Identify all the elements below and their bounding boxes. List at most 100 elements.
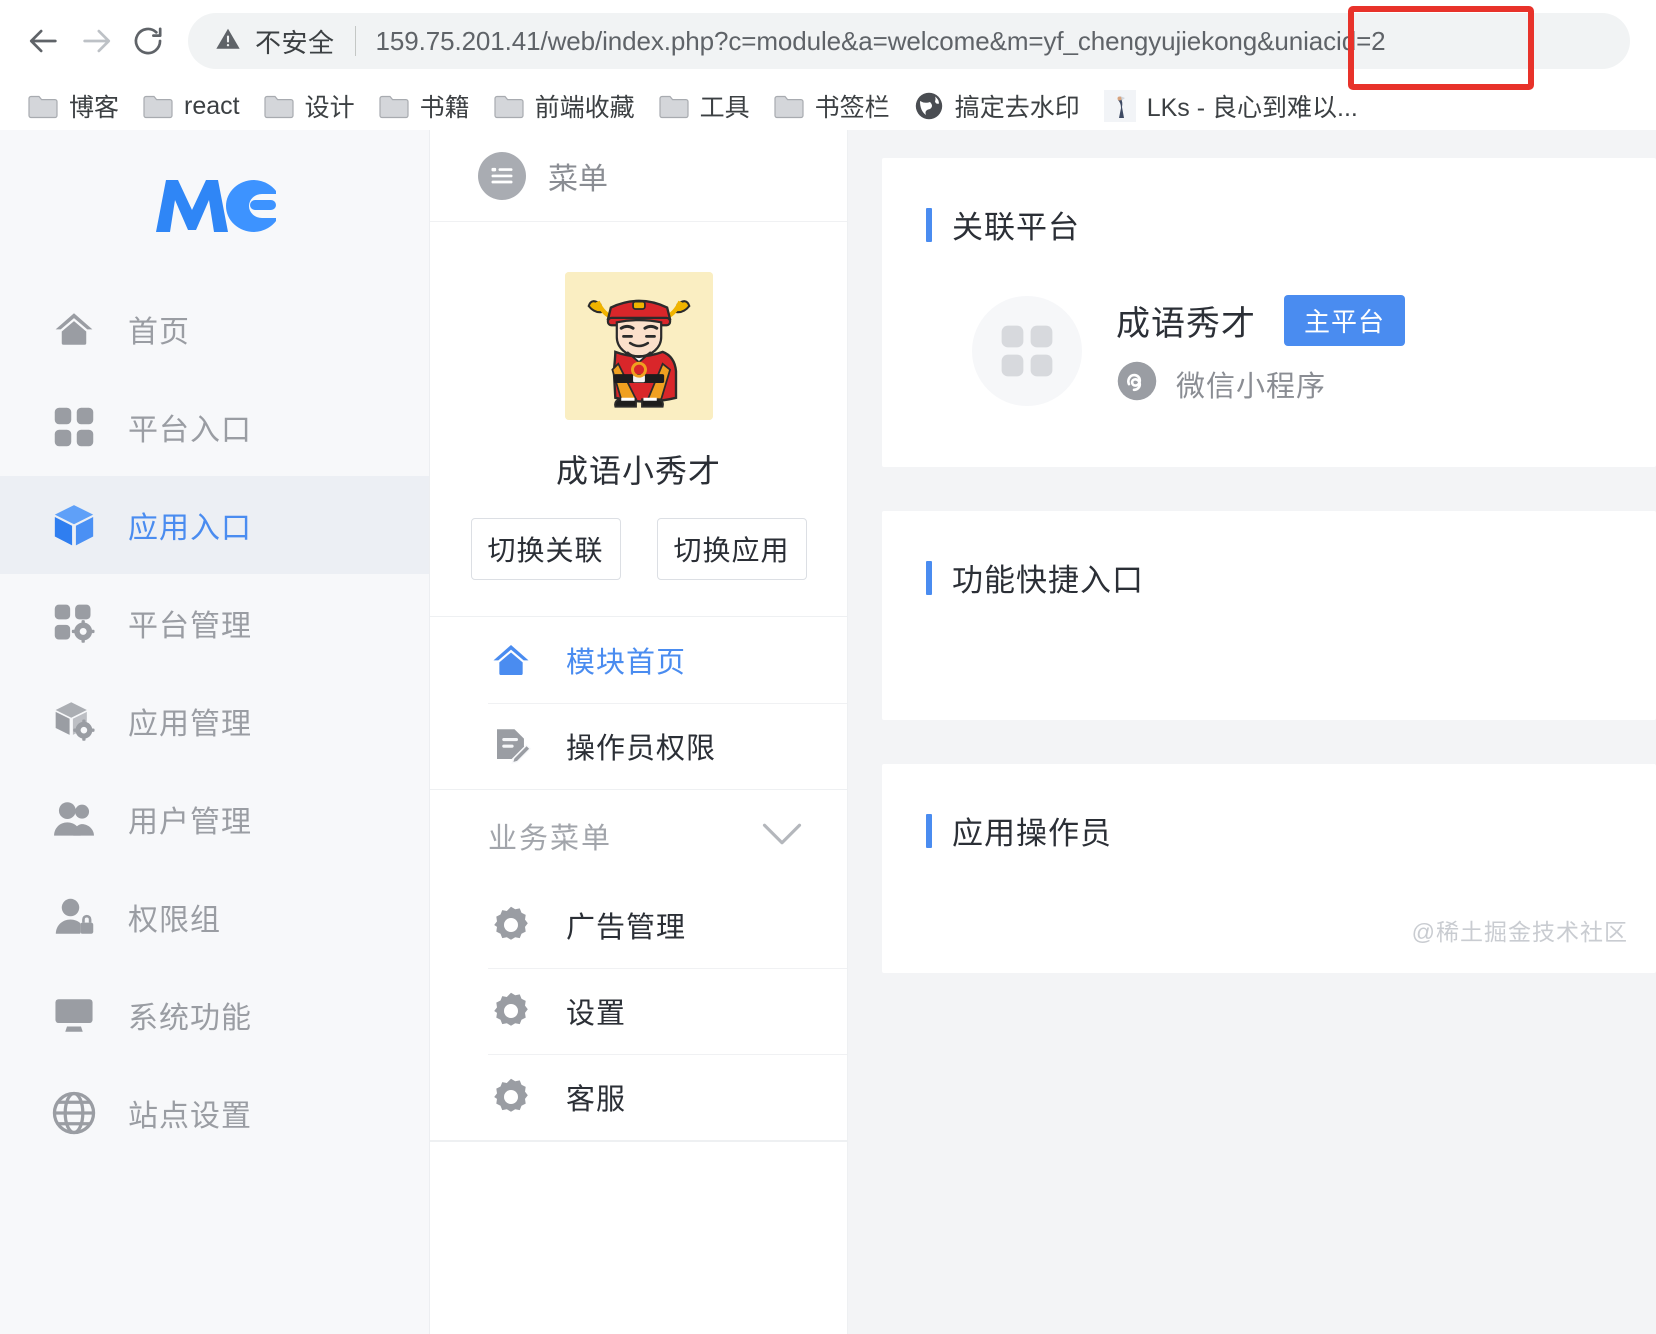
sidebar-item-permission-group[interactable]: 权限组 — [0, 868, 429, 966]
sidebar-item-home[interactable]: 首页 — [0, 280, 429, 378]
reload-button[interactable] — [122, 15, 174, 67]
bookmarks-bar: 博客 react 设计 书籍 前端收藏 工具 书签栏 搞定去水印 LKs - 良… — [0, 82, 1656, 130]
title-accent-bar — [926, 813, 932, 848]
browser-chrome: 不安全 159.75.201.41/web/index.php?c=module… — [0, 0, 1656, 130]
folder-icon — [143, 94, 173, 119]
quick-entry-panel: 功能快捷入口 — [882, 511, 1656, 720]
content-area: 关联平台 成语秀才 主平台 微信小程序 功能快捷入口 应用操作员 @稀土掘金技术… — [848, 130, 1656, 1334]
home-icon — [50, 308, 98, 350]
menu-item-customer-service[interactable]: 客服 — [430, 1054, 847, 1140]
home-icon — [488, 640, 534, 680]
platform-logo — [972, 296, 1082, 406]
document-pen-icon — [488, 725, 534, 767]
globe-icon — [914, 91, 944, 121]
sidebar-item-user-manage[interactable]: 用户管理 — [0, 770, 429, 868]
menu-item-module-home[interactable]: 模块首页 — [430, 617, 847, 703]
grid-icon — [50, 405, 98, 449]
menu-item-operator-permission[interactable]: 操作员权限 — [430, 703, 847, 789]
app-name: 成语小秀才 — [555, 453, 721, 489]
panel-title-text: 应用操作员 — [952, 816, 1112, 851]
sidebar-item-label: 权限组 — [128, 904, 221, 937]
switch-app-button[interactable]: 切换应用 — [656, 518, 807, 580]
app-operator-panel: 应用操作员 @稀土掘金技术社区 — [882, 764, 1656, 973]
menu-item-label: 广告管理 — [566, 912, 687, 944]
bookmark-item[interactable]: 书签栏 — [764, 84, 904, 128]
forward-arrow-icon — [79, 24, 113, 58]
sidebar-item-label: 平台管理 — [128, 610, 252, 643]
menu-item-label: 模块首页 — [566, 647, 687, 679]
bookmark-item[interactable]: 搞定去水印 — [904, 84, 1094, 128]
bookmark-item[interactable]: 博客 — [18, 84, 133, 128]
user-lock-icon — [50, 896, 98, 938]
sidebar-item-platform-manage[interactable]: 平台管理 — [0, 574, 429, 672]
primary-menu-group: 模块首页 操作员权限 — [430, 617, 847, 790]
forward-button[interactable] — [70, 15, 122, 67]
platform-info: 成语秀才 主平台 微信小程序 — [1116, 295, 1406, 407]
app-logo[interactable] — [0, 130, 429, 280]
business-menu-title: 业务菜单 — [488, 823, 613, 855]
bookmark-label: 博客 — [69, 94, 120, 122]
url-text: 159.75.201.41/web/index.php?c=module&a=w… — [375, 25, 1386, 56]
sidebar-item-system-function[interactable]: 系统功能 — [0, 966, 429, 1064]
panel-heading: 关联平台 — [882, 158, 1656, 247]
bookmark-label: 设计 — [304, 94, 355, 122]
sidebar-item-platform-entry[interactable]: 平台入口 — [0, 378, 429, 476]
bookmark-label: LKs - 良心到难以... — [1146, 94, 1358, 122]
bookmark-item[interactable]: 设计 — [254, 84, 369, 128]
status-badge: 主平台 — [1284, 295, 1406, 346]
sidebar-item-label: 站点设置 — [128, 1100, 252, 1133]
wechat-miniprogram-icon — [1116, 360, 1158, 407]
menu-item-label: 客服 — [566, 1084, 627, 1116]
platform-type: 微信小程序 — [1176, 370, 1327, 403]
bookmark-label: react — [184, 91, 240, 120]
platform-row[interactable]: 成语秀才 主平台 微信小程序 — [882, 247, 1656, 467]
monitor-icon — [50, 994, 98, 1036]
cube-gear-icon — [50, 699, 98, 743]
platform-name: 成语秀才 — [1116, 305, 1256, 343]
cube-icon — [50, 502, 98, 548]
chevron-down-icon[interactable] — [761, 821, 803, 852]
bookmark-item[interactable]: 书籍 — [369, 84, 484, 128]
bookmark-label: 搞定去水印 — [954, 94, 1080, 122]
gear-icon — [488, 904, 534, 946]
browser-nav-row: 不安全 159.75.201.41/web/index.php?c=module… — [0, 0, 1656, 90]
business-menu-toggle[interactable]: 业务菜单 — [430, 790, 847, 882]
sidebar-item-label: 平台入口 — [128, 414, 252, 447]
site-favicon — [1103, 90, 1136, 122]
folder-icon — [774, 94, 804, 119]
sidebar-item-label: 应用管理 — [128, 708, 252, 741]
menu-panel-title: 菜单 — [548, 162, 608, 196]
bookmark-item[interactable]: LKs - 良心到难以... — [1094, 84, 1372, 128]
menu-item-label: 操作员权限 — [566, 733, 717, 765]
folder-icon — [264, 94, 294, 119]
site-security-indicator[interactable]: 不安全 — [214, 23, 335, 60]
sidebar-item-app-manage[interactable]: 应用管理 — [0, 672, 429, 770]
bookmark-item[interactable]: react — [133, 88, 254, 125]
platform-type-row: 微信小程序 — [1116, 360, 1405, 407]
sidebar-item-site-settings[interactable]: 站点设置 — [0, 1064, 429, 1162]
title-accent-bar — [926, 560, 932, 595]
gear-icon — [488, 1076, 534, 1118]
panel-title-text: 关联平台 — [952, 210, 1080, 245]
panel-heading: 功能快捷入口 — [882, 511, 1656, 600]
sidebar-item-label: 首页 — [128, 316, 190, 349]
address-bar[interactable]: 不安全 159.75.201.41/web/index.php?c=module… — [188, 13, 1630, 69]
grid-gear-icon — [50, 601, 98, 645]
back-button[interactable] — [18, 15, 70, 67]
mc-logo-icon — [154, 172, 278, 238]
bookmark-label: 前端收藏 — [534, 94, 635, 122]
menu-item-settings[interactable]: 设置 — [430, 968, 847, 1054]
watermark: @稀土掘金技术社区 — [1411, 919, 1628, 945]
sidebar-item-app-entry[interactable]: 应用入口 — [0, 476, 429, 574]
folder-icon — [379, 94, 409, 119]
menu-item-ad-manage[interactable]: 广告管理 — [430, 882, 847, 968]
switch-association-button[interactable]: 切换关联 — [470, 518, 621, 580]
sidebar-item-label: 应用入口 — [128, 512, 252, 545]
left-sidebar: 首页 平台入口 应用入口 平台管理 应用管理 用户管理 权限组 系统功能 站点设… — [0, 130, 430, 1334]
panel-heading: 应用操作员 — [882, 764, 1656, 853]
bookmark-item[interactable]: 工具 — [649, 84, 764, 128]
bookmark-item[interactable]: 前端收藏 — [484, 84, 649, 128]
app-shell: 首页 平台入口 应用入口 平台管理 应用管理 用户管理 权限组 系统功能 站点设… — [0, 130, 1656, 1334]
bookmark-label: 书签栏 — [814, 94, 890, 122]
warning-triangle-icon — [214, 25, 242, 58]
